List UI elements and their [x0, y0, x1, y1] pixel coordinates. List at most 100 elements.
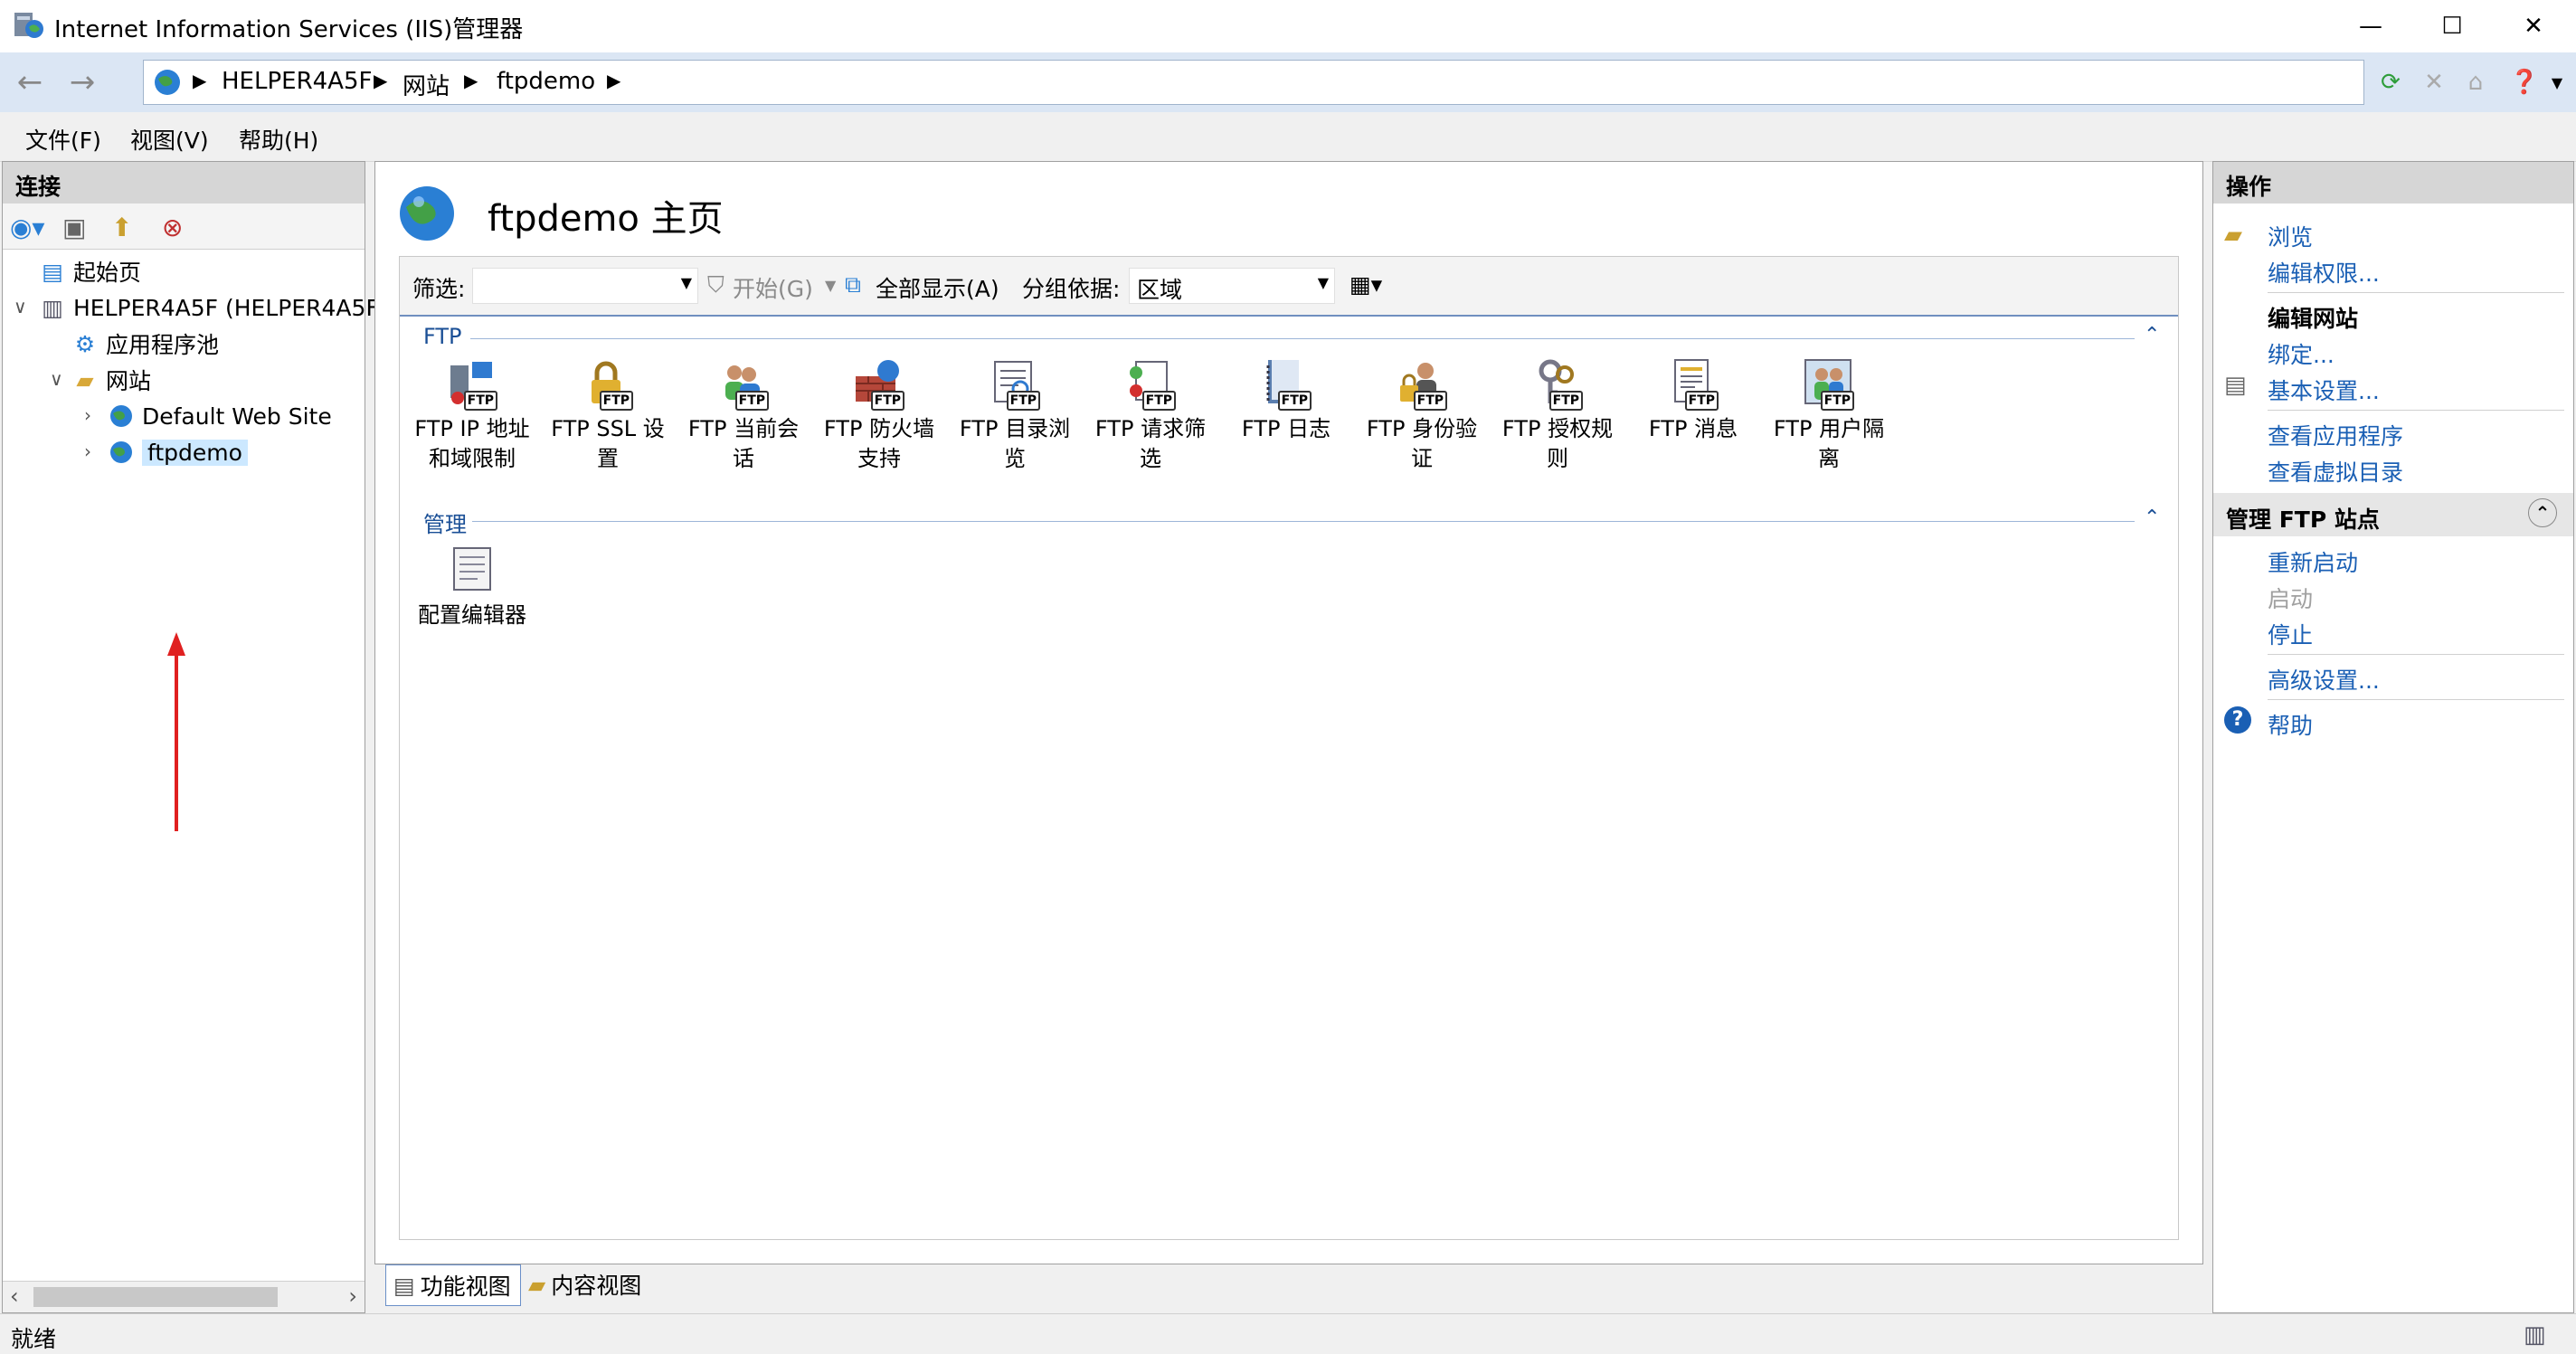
menu-view[interactable]: 视图(V): [130, 123, 209, 156]
feature-view-pane: ftpdemo 主页 筛选: ▼ ⛉ 开始(G) ▼ ⧉ 全部显示(A) 分组依…: [374, 161, 2203, 1264]
expand-icon[interactable]: ›: [84, 404, 91, 426]
save-icon[interactable]: ▣: [62, 213, 86, 242]
connections-pane: 连接 ◉▾ ▣ ⬆ ⊗ ▤ 起始页 ∨ ▥ HELPER4A5F (HELPER…: [2, 161, 386, 1313]
action-advanced-settings[interactable]: 高级设置...: [2268, 663, 2380, 696]
forward-button[interactable]: →: [60, 62, 105, 103]
tab-features-view[interactable]: ▤ 功能视图: [385, 1264, 521, 1306]
collapse-icon[interactable]: ∨: [50, 368, 63, 390]
breadcrumb[interactable]: ▶ HELPER4A5F ▶ 网站 ▶ ftpdemo ▶: [143, 60, 2364, 105]
expand-icon[interactable]: ›: [84, 440, 91, 462]
start-filter-button[interactable]: 开始(G): [733, 271, 813, 304]
feature-ftp-user-isolation[interactable]: FTP FTP 用户隔离: [1762, 356, 1896, 474]
feature-ftp-messages[interactable]: FTP FTP 消息: [1626, 356, 1760, 444]
action-bindings[interactable]: 绑定...: [2268, 337, 2334, 370]
tree-item-sites[interactable]: ▰ 网站: [71, 363, 151, 397]
action-view-applications[interactable]: 查看应用程序: [2268, 419, 2403, 451]
breadcrumb-server[interactable]: HELPER4A5F: [222, 68, 372, 95]
collapse-icon[interactable]: ∨: [14, 296, 27, 317]
manage-ftp-site-header[interactable]: 管理 FTP 站点 ⌃: [2213, 493, 2573, 536]
window-title: Internet Information Services (IIS)管理器: [54, 16, 524, 43]
collapse-group-icon[interactable]: ⌃: [2144, 324, 2160, 346]
tab-content-view[interactable]: ▰ 内容视图: [525, 1264, 660, 1304]
home-icon[interactable]: ⌂: [2458, 65, 2493, 99]
tree-item-start-page[interactable]: ▤ 起始页: [39, 254, 141, 289]
feature-configuration-editor[interactable]: 配置编辑器: [405, 543, 539, 630]
action-edit-permissions[interactable]: 编辑权限...: [2268, 256, 2380, 289]
feature-ftp-ip-restrictions[interactable]: FTP FTP IP 地址 和域限制: [405, 356, 539, 474]
group-divider: [472, 521, 2135, 522]
action-start[interactable]: 启动: [2268, 582, 2313, 614]
breadcrumb-separator: ▶: [464, 70, 478, 91]
status-text: 就绪: [11, 1326, 57, 1352]
maximize-button[interactable]: ☐: [2411, 0, 2493, 52]
back-button[interactable]: ←: [7, 62, 52, 103]
group-header-ftp[interactable]: FTP: [423, 324, 462, 349]
actions-header: 操作: [2213, 162, 2573, 204]
basic-settings-icon: ▤: [2224, 372, 2247, 399]
feature-ftp-ssl-settings[interactable]: FTP FTP SSL 设置: [541, 356, 675, 474]
collapse-group-icon[interactable]: ⌃: [2144, 507, 2160, 529]
menu-help[interactable]: 帮助(H): [239, 123, 318, 156]
folder-up-icon[interactable]: ⬆: [111, 213, 132, 242]
scrollbar-thumb[interactable]: [33, 1287, 278, 1307]
minimize-button[interactable]: —: [2330, 0, 2411, 52]
feature-ftp-logging[interactable]: FTP FTP 日志: [1219, 356, 1353, 444]
disconnect-icon[interactable]: ⊗: [162, 213, 183, 242]
tree-item-server[interactable]: ▥ HELPER4A5F (HELPER4A5F\: [39, 290, 386, 325]
breadcrumb-ftpdemo[interactable]: ftpdemo: [497, 68, 595, 95]
feature-ftp-authorization-rules[interactable]: FTP FTP 授权规则: [1491, 356, 1624, 474]
filter-bar: 筛选: ▼ ⛉ 开始(G) ▼ ⧉ 全部显示(A) 分组依据: 区域 ▼ ▦▾: [400, 257, 2178, 317]
connections-header: 连接: [3, 162, 365, 204]
key-icon: FTP: [1530, 356, 1585, 411]
close-button[interactable]: ✕: [2493, 0, 2574, 52]
breadcrumb-sites[interactable]: 网站: [402, 68, 450, 101]
stop-icon[interactable]: ✕: [2417, 65, 2451, 99]
log-book-icon: FTP: [1259, 356, 1313, 411]
feature-ftp-current-sessions[interactable]: FTP FTP 当前会话: [677, 356, 810, 474]
user-isolation-icon: FTP: [1802, 356, 1856, 411]
message-document-icon: FTP: [1666, 356, 1720, 411]
scroll-left-icon[interactable]: ‹: [10, 1283, 19, 1309]
action-basic-settings[interactable]: 基本设置...: [2268, 374, 2380, 406]
action-help[interactable]: 帮助: [2268, 708, 2313, 741]
red-arrow-annotation: [167, 632, 185, 831]
action-browse[interactable]: 浏览: [2268, 220, 2313, 252]
separator: [2268, 410, 2564, 411]
refresh-icon[interactable]: ⟳: [2373, 65, 2408, 99]
action-view-virtual-directories[interactable]: 查看虚拟目录: [2268, 455, 2403, 488]
menu-bar: 文件(F) 视图(V) 帮助(H): [0, 112, 2576, 162]
group-by-select[interactable]: 区域 ▼: [1129, 268, 1335, 304]
connections-toolbar: ◉▾ ▣ ⬆ ⊗: [3, 204, 365, 250]
tree-item-default-web-site[interactable]: Default Web Site: [108, 399, 332, 433]
tree-item-app-pools[interactable]: ⚙ 应用程序池: [71, 327, 219, 361]
separator: [2268, 654, 2564, 655]
breadcrumb-separator: ▶: [193, 70, 207, 91]
globe-icon: [155, 70, 180, 95]
feature-ftp-authentication[interactable]: FTP FTP 身份验证: [1355, 356, 1489, 474]
group-header-management[interactable]: 管理: [423, 507, 467, 538]
chevron-down-icon[interactable]: ▼: [2540, 65, 2574, 99]
action-restart[interactable]: 重新启动: [2268, 545, 2358, 578]
view-mode-icon[interactable]: ▦▾: [1350, 271, 1382, 298]
globe-icon: [400, 186, 454, 241]
show-all-button[interactable]: 全部显示(A): [876, 271, 999, 304]
config-editor-icon: [445, 543, 499, 597]
content-view-icon: ▰: [528, 1271, 546, 1298]
feature-ftp-request-filtering[interactable]: FTP FTP 请求筛选: [1084, 356, 1217, 474]
help-icon[interactable]: ❓: [2507, 65, 2542, 99]
feature-ftp-directory-browsing[interactable]: FTP FTP 目录浏览: [948, 356, 1082, 474]
horizontal-scrollbar[interactable]: ‹ ›: [3, 1281, 365, 1312]
action-stop[interactable]: 停止: [2268, 618, 2313, 650]
iis-app-icon: [14, 13, 43, 38]
menu-file[interactable]: 文件(F): [25, 123, 101, 156]
chevron-down-icon: ▼: [825, 277, 837, 294]
scroll-right-icon[interactable]: ›: [348, 1283, 357, 1309]
title-bar: Internet Information Services (IIS)管理器 —…: [0, 0, 2576, 52]
help-icon: ?: [2224, 706, 2251, 734]
collapse-section-icon[interactable]: ⌃: [2528, 498, 2557, 527]
feature-ftp-firewall-support[interactable]: FTP FTP 防火墙 支持: [812, 356, 946, 474]
filter-input[interactable]: ▼: [472, 268, 698, 304]
tree-item-ftpdemo[interactable]: ftpdemo: [108, 435, 248, 469]
connect-icon[interactable]: ◉▾: [10, 213, 45, 242]
browse-icon: ▰: [2224, 222, 2242, 249]
